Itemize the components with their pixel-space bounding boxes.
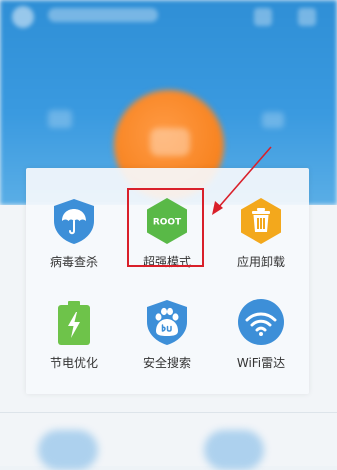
battery-charging-icon	[50, 298, 98, 346]
tool-label: 病毒查杀	[49, 255, 98, 269]
background-decoration	[48, 110, 72, 128]
background-header-icon	[254, 8, 272, 26]
tool-wifi-radar[interactable]: WiFi雷达	[216, 298, 306, 371]
baidu-paw-shield-icon	[143, 298, 191, 346]
tool-app-uninstall[interactable]: 应用卸载	[216, 197, 306, 270]
background-button	[38, 430, 98, 470]
tool-label: 安全搜索	[142, 356, 191, 370]
background-header-icon	[298, 8, 316, 26]
wifi-radar-icon	[237, 298, 285, 346]
background-logo	[12, 6, 34, 28]
tool-power-saving[interactable]: 节电优化	[29, 298, 119, 371]
antivirus-shield-umbrella-icon	[50, 197, 98, 245]
background-score-text	[150, 128, 190, 156]
tool-safe-search[interactable]: 安全搜索	[122, 298, 212, 371]
tool-label: 应用卸载	[236, 255, 285, 269]
tool-label: WiFi雷达	[236, 356, 286, 370]
trash-hexagon-icon	[237, 197, 285, 245]
tool-label: 节电优化	[49, 356, 98, 370]
tool-antivirus[interactable]: 病毒查杀	[29, 197, 119, 270]
highlight-box	[127, 188, 204, 267]
background-button	[204, 430, 264, 470]
background-title	[48, 8, 158, 22]
background-decoration	[262, 112, 284, 128]
background-divider	[0, 412, 337, 413]
